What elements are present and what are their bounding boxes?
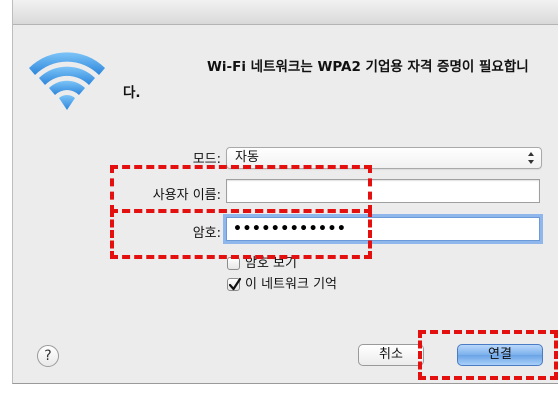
username-field[interactable] <box>226 179 540 203</box>
title-bar <box>13 0 558 25</box>
question-icon: ? <box>44 348 52 364</box>
remember-network-label: 이 네트워크 기억 <box>245 277 337 292</box>
remember-network-checkbox[interactable] <box>227 277 242 291</box>
mode-value: 자동 <box>235 150 259 165</box>
password-masked-value: •••••••••••• <box>233 221 347 237</box>
password-label: 암호: <box>192 226 221 241</box>
password-field[interactable]: •••••••••••• <box>226 217 540 241</box>
dialog-message: Wi-Fi 네트워크는 WPA2 기업용 자격 증명이 필요합니다. <box>123 59 529 101</box>
mode-label: 모드: <box>192 152 221 167</box>
checkmark-icon <box>228 277 242 291</box>
show-password-label: 암호 보기 <box>245 256 297 271</box>
up-down-arrows-icon <box>527 150 535 166</box>
show-password-option[interactable]: 암호 보기 <box>227 255 347 273</box>
show-password-checkbox[interactable] <box>227 257 240 270</box>
help-button[interactable]: ? <box>37 345 59 367</box>
connect-button[interactable]: 연결 <box>457 344 543 366</box>
cancel-button[interactable]: 취소 <box>358 344 424 366</box>
wifi-credentials-dialog: Wi-Fi 네트워크는 WPA2 기업용 자격 증명이 필요합니다. 모드: 자… <box>12 0 558 384</box>
username-label: 사용자 이름: <box>152 188 221 203</box>
mode-select[interactable]: 자동 <box>226 147 542 169</box>
wifi-icon <box>27 50 107 112</box>
remember-network-option[interactable]: 이 네트워크 기억 <box>227 276 387 294</box>
